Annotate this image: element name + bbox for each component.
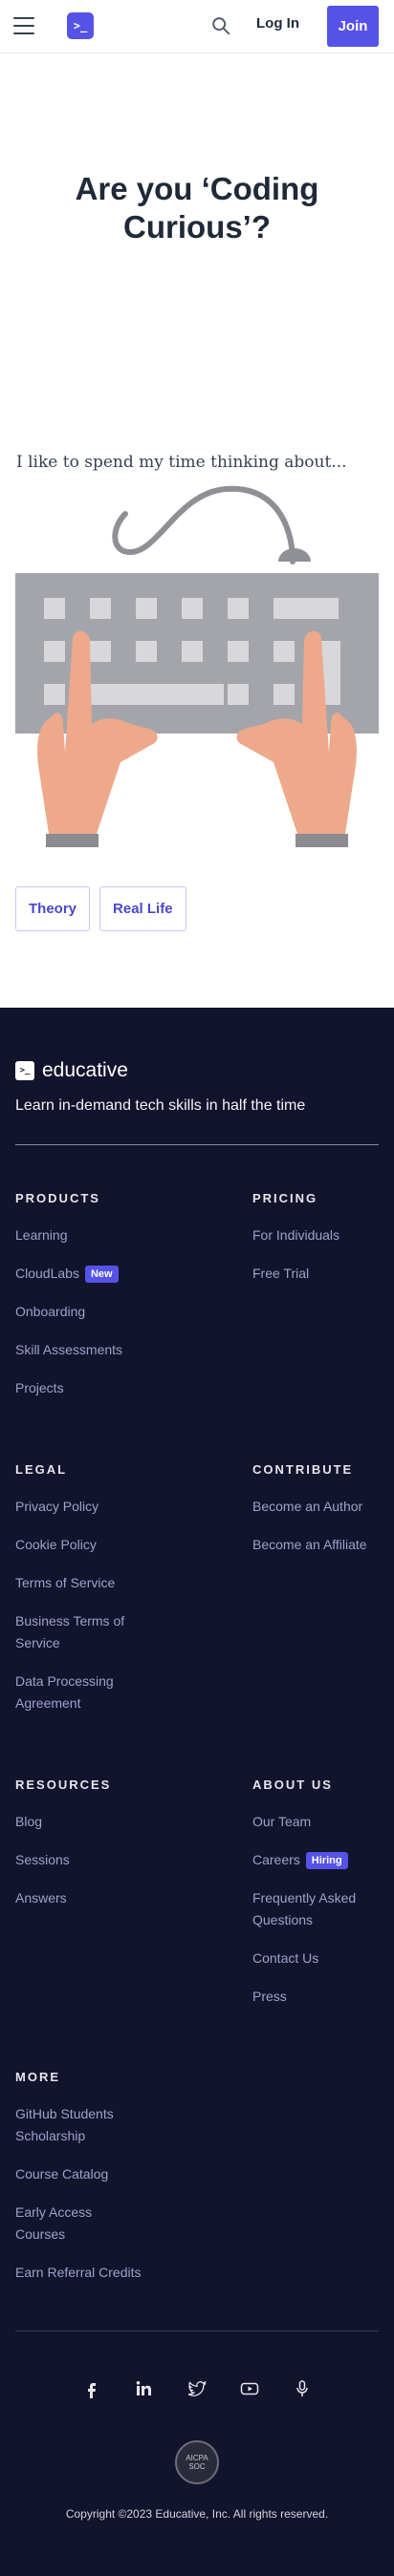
footer-link-projects[interactable]: Projects (15, 1377, 159, 1399)
footer-col-pricing: PRICING For Individuals Free Trial (252, 1191, 394, 1301)
copyright-text: Copyright ©2023 Educative, Inc. All righ… (65, 2507, 329, 2521)
footer-link-github-scholarship[interactable]: GitHub Students Scholarship (15, 2103, 135, 2147)
podcast-icon[interactable] (293, 2379, 312, 2398)
footer-link-free-trial[interactable]: Free Trial (252, 1263, 394, 1285)
seal-text-soc: SOC (188, 2462, 206, 2471)
choice-real-life-button[interactable]: Real Life (99, 886, 186, 931)
footer-link-onboarding[interactable]: Onboarding (15, 1301, 159, 1323)
choice-theory-button[interactable]: Theory (15, 886, 91, 931)
footer-link-contact-us[interactable]: Contact Us (252, 1948, 394, 1969)
educative-logo-icon: >_ (15, 1061, 34, 1080)
footer-link-referral-credits[interactable]: Earn Referral Credits (15, 2262, 159, 2284)
footer-col-contribute: CONTRIBUTE Become an Author Become an Af… (252, 1462, 394, 1572)
footer-link-business-terms[interactable]: Business Terms of Service (15, 1610, 135, 1654)
footer-link-become-affiliate[interactable]: Become an Affiliate (252, 1534, 394, 1556)
answer-choices: Theory Real Life (15, 886, 186, 931)
top-navbar: >_ Log In Join (0, 0, 394, 53)
footer-link-answers[interactable]: Answers (15, 1887, 159, 1909)
footer-link-press[interactable]: Press (252, 1986, 394, 2008)
aicpa-soc-seal: AICPA SOC (175, 2440, 219, 2484)
footer-link-course-catalog[interactable]: Course Catalog (15, 2163, 159, 2185)
footer-link-sessions[interactable]: Sessions (15, 1849, 159, 1871)
footer-link-learning[interactable]: Learning (15, 1224, 159, 1246)
footer-link-skill-assessments[interactable]: Skill Assessments (15, 1339, 159, 1361)
footer-link-become-author[interactable]: Become an Author (252, 1496, 394, 1518)
login-button[interactable]: Log In (256, 15, 299, 32)
footer-link-early-access[interactable]: Early Access Courses (15, 2202, 120, 2246)
footer-heading: PRICING (252, 1191, 318, 1205)
footer-link-faq[interactable]: Frequently Asked Questions (252, 1887, 372, 1931)
footer-link-cloudlabs[interactable]: CloudLabs New (15, 1263, 159, 1285)
linkedin-icon[interactable] (135, 2379, 154, 2398)
facebook-icon[interactable] (82, 2379, 101, 2398)
seal-text-aicpa: AICPA (186, 2454, 208, 2462)
footer-link-for-individuals[interactable]: For Individuals (252, 1224, 394, 1246)
footer-link-careers[interactable]: Careers Hiring (252, 1849, 394, 1871)
footer-heading: CONTRIBUTE (252, 1462, 354, 1477)
footer-link-our-team[interactable]: Our Team (252, 1811, 394, 1833)
quiz-question: I like to spend my time thinking about..… (16, 453, 347, 472)
social-links (0, 2379, 394, 2398)
hamburger-icon[interactable] (13, 17, 34, 34)
twitter-icon[interactable] (187, 2379, 207, 2398)
footer-col-products: PRODUCTS Learning CloudLabs New Onboardin… (15, 1191, 159, 1416)
keyboard-hands-illustration (15, 485, 379, 847)
footer-link-cookie-policy[interactable]: Cookie Policy (15, 1534, 159, 1556)
footer-link-terms-of-service[interactable]: Terms of Service (15, 1572, 159, 1594)
footer-heading: RESOURCES (15, 1778, 112, 1792)
footer-divider (15, 1144, 379, 1145)
new-badge: New (84, 1265, 119, 1283)
page-title: Are you ‘Coding Curious’? (75, 171, 319, 245)
hiring-badge: Hiring (305, 1851, 348, 1869)
footer-col-legal: LEGAL Privacy Policy Cookie Policy Terms… (15, 1462, 159, 1731)
footer-brand-name: educative (42, 1059, 128, 1081)
footer-link-blog[interactable]: Blog (15, 1811, 159, 1833)
youtube-icon[interactable] (240, 2379, 259, 2398)
search-icon[interactable] (210, 15, 231, 36)
footer-tagline: Learn in-demand tech skills in half the … (15, 1097, 306, 1114)
site-footer: >_ educative Learn in-demand tech skills… (0, 1008, 394, 2576)
footer-heading: LEGAL (15, 1462, 68, 1477)
footer-heading: MORE (15, 2070, 60, 2084)
footer-col-more: MORE GitHub Students Scholarship Course … (15, 2070, 159, 2300)
footer-col-about: ABOUT US Our Team Careers Hiring Frequent… (252, 1778, 394, 2024)
footer-heading: ABOUT US (252, 1778, 333, 1792)
footer-logo[interactable]: >_ educative (15, 1059, 128, 1082)
footer-heading: PRODUCTS (15, 1191, 100, 1205)
educative-logo[interactable]: >_ (67, 12, 94, 39)
join-button[interactable]: Join (327, 6, 379, 47)
footer-col-resources: RESOURCES Blog Sessions Answers (15, 1778, 159, 1926)
footer-link-privacy-policy[interactable]: Privacy Policy (15, 1496, 159, 1518)
footer-link-data-processing[interactable]: Data Processing Agreement (15, 1671, 135, 1714)
